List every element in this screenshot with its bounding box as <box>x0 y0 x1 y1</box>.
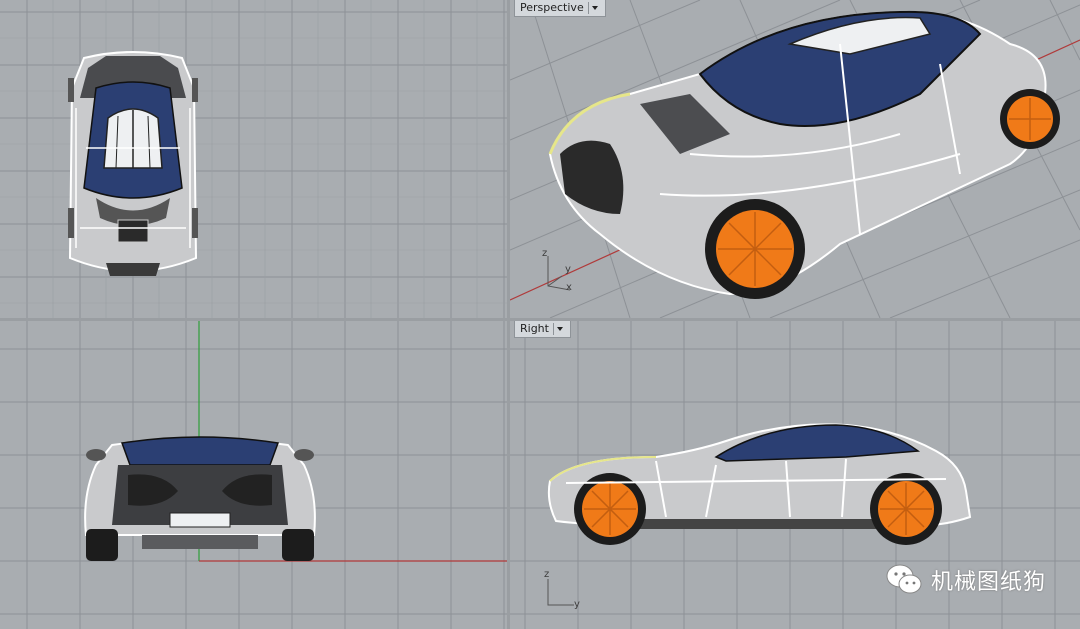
perspective-axis-triad: z y x <box>540 248 580 294</box>
right-viewport[interactable]: Right z y 机械图纸狗 <box>510 321 1080 629</box>
right-label-text: Right <box>520 322 549 335</box>
car-side-view[interactable] <box>546 421 976 551</box>
front-viewport[interactable] <box>0 321 507 629</box>
right-axis-triad: z y <box>540 569 584 613</box>
perspective-viewport-label[interactable]: Perspective <box>514 0 606 17</box>
axis-z-label: z <box>542 248 548 259</box>
axis-z-label: z <box>544 569 550 580</box>
axis-y-label: y <box>565 264 571 275</box>
car-perspective-view[interactable] <box>540 4 1070 309</box>
watermark-text: 机械图纸狗 <box>930 570 1046 595</box>
chevron-down-icon[interactable] <box>587 1 601 14</box>
car-top-view[interactable] <box>66 48 200 282</box>
car-front-view[interactable] <box>82 435 318 565</box>
axis-y-label: y <box>574 599 580 610</box>
top-viewport[interactable] <box>0 0 507 318</box>
chevron-down-icon[interactable] <box>552 322 566 335</box>
perspective-viewport[interactable]: Perspective z y x <box>510 0 1080 318</box>
right-viewport-label[interactable]: Right <box>514 321 571 338</box>
watermark: 机械图纸狗 <box>885 561 1046 599</box>
axis-x-label: x <box>566 282 572 293</box>
wechat-icon <box>885 561 923 599</box>
perspective-label-text: Perspective <box>520 1 584 14</box>
